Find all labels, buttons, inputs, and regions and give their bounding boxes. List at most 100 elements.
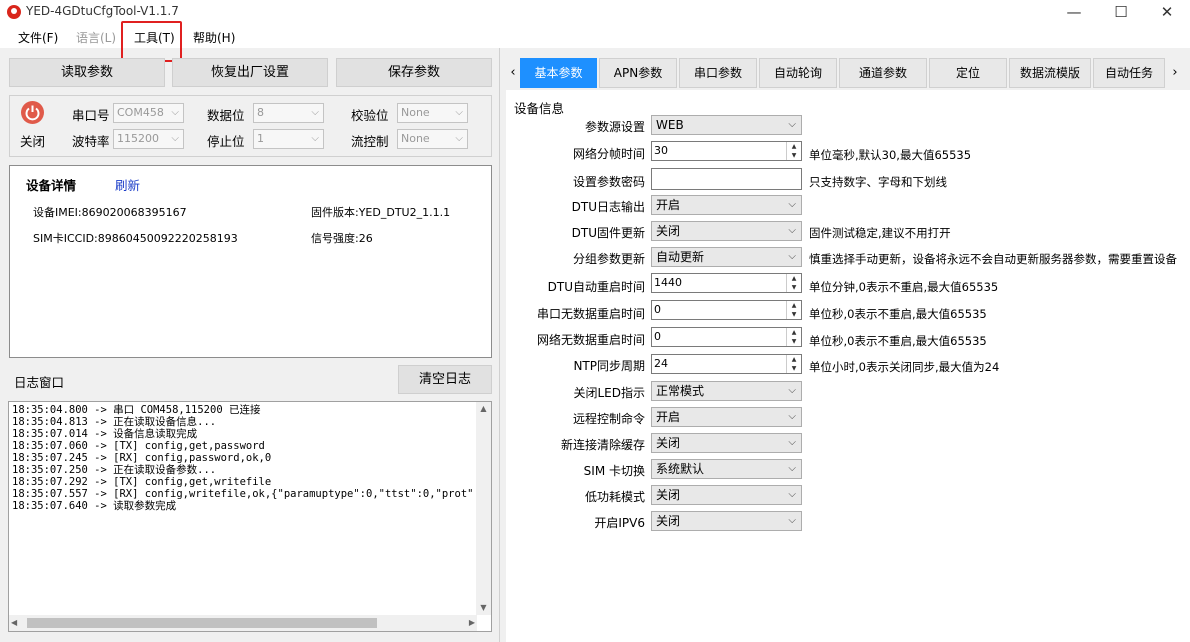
baud-value: 115200	[117, 132, 159, 145]
log-textarea[interactable]: 18:35:04.800 -> 串口 COM458,115200 已连接 18:…	[8, 401, 492, 632]
chevron-down-icon: ⌵	[788, 119, 796, 130]
tab-auto-polling[interactable]: 自动轮询	[759, 58, 837, 88]
field-label: 开启IPV6	[594, 516, 645, 530]
scroll-right-icon[interactable]: ▶	[469, 615, 475, 631]
ntp-period-spinner[interactable]: 24 ▲ ▼	[651, 354, 802, 374]
param-password-input[interactable]	[651, 168, 802, 190]
led-indicator-select[interactable]: 正常模式 ⌵	[651, 381, 802, 401]
menu-file[interactable]: 文件(F)	[18, 29, 58, 46]
low-power-select[interactable]: 关闭 ⌵	[651, 485, 802, 505]
parity-label: 校验位	[351, 108, 389, 123]
network-idle-restart-spinner[interactable]: 0 ▲ ▼	[651, 327, 802, 347]
factory-reset-button[interactable]: 恢复出厂设置	[172, 58, 328, 87]
flow-select[interactable]: None ⌵	[397, 129, 468, 149]
param-source-select[interactable]: WEB ⌵	[651, 115, 802, 135]
chevron-down-icon: ⌵	[455, 107, 463, 118]
tab-data-template[interactable]: 数据流模版	[1009, 58, 1091, 88]
app-icon	[7, 5, 21, 19]
chevron-down-icon: ⌵	[788, 463, 796, 474]
device-details-title: 设备详情	[26, 178, 77, 193]
field-value: 30	[654, 144, 668, 157]
remote-control-select[interactable]: 开启 ⌵	[651, 407, 802, 427]
firmware-update-select[interactable]: 关闭 ⌵	[651, 221, 802, 241]
frame-time-spinner[interactable]: 30 ▲ ▼	[651, 141, 802, 161]
field-value: 开启	[656, 198, 681, 212]
field-label: 分组参数更新	[572, 252, 645, 266]
firmware-version: 固件版本:YED_DTU2_1.1.1	[311, 206, 451, 219]
tab-basic-params[interactable]: 基本参数	[520, 58, 597, 88]
log-line: 18:35:07.292 -> [TX] config,get,writefil…	[12, 476, 272, 488]
log-line: 18:35:07.014 -> 设备信息读取完成	[12, 428, 198, 440]
clear-log-button[interactable]: 清空日志	[398, 365, 492, 394]
log-line: 18:35:07.250 -> 正在读取设备参数...	[12, 464, 217, 476]
field-label: 串口无数据重启时间	[536, 307, 645, 321]
tab-channel-params[interactable]: 通道参数	[839, 58, 927, 88]
save-params-button[interactable]: 保存参数	[336, 58, 492, 87]
chevron-down-icon: ⌵	[171, 107, 179, 118]
stopbits-select[interactable]: 1 ⌵	[253, 129, 324, 149]
tab-location[interactable]: 定位	[929, 58, 1007, 88]
log-line: 18:35:07.060 -> [TX] config,get,password	[12, 440, 265, 452]
scroll-left-icon[interactable]: ◀	[11, 615, 17, 631]
refresh-link[interactable]: 刷新	[115, 175, 140, 194]
flow-label: 流控制	[351, 134, 389, 149]
sim-switch-select[interactable]: 系统默认 ⌵	[651, 459, 802, 479]
log-line: 18:35:04.813 -> 正在读取设备信息...	[12, 416, 217, 428]
parity-select[interactable]: None ⌵	[397, 103, 468, 123]
scroll-down-icon[interactable]: ▼	[476, 601, 491, 615]
ipv6-select[interactable]: 关闭 ⌵	[651, 511, 802, 531]
field-value: 0	[654, 330, 661, 343]
vertical-scrollbar[interactable]: ▲ ▼	[476, 402, 491, 615]
menu-language[interactable]: 语言(L)	[76, 29, 116, 46]
menu-help[interactable]: 帮助(H)	[193, 29, 235, 46]
spinner-arrows-icon[interactable]: ▲ ▼	[786, 142, 801, 160]
device-details-panel	[9, 165, 492, 358]
port-value: COM458	[117, 106, 164, 119]
spinner-arrows-icon[interactable]: ▲ ▼	[786, 274, 801, 292]
field-hint: 慎重选择手动更新，设备将永远不会自动更新服务器参数，需要重置设备	[809, 252, 1177, 266]
databits-select[interactable]: 8 ⌵	[253, 103, 324, 123]
read-params-button[interactable]: 读取参数	[9, 58, 165, 87]
auto-restart-spinner[interactable]: 1440 ▲ ▼	[651, 273, 802, 293]
chevron-down-icon: ⌵	[788, 411, 796, 422]
close-button[interactable]: ✕	[1144, 0, 1190, 24]
dtu-log-select[interactable]: 开启 ⌵	[651, 195, 802, 215]
tab-serial-params[interactable]: 串口参数	[679, 58, 757, 88]
scrollbar-thumb[interactable]	[27, 618, 377, 628]
field-label: 网络分帧时间	[572, 147, 645, 161]
chevron-down-icon: ⌵	[788, 489, 796, 500]
spinner-arrows-icon[interactable]: ▲ ▼	[786, 355, 801, 373]
chevron-down-icon: ⌵	[788, 385, 796, 396]
field-hint: 单位毫秒,默认30,最大值65535	[809, 148, 972, 162]
field-label: 远程控制命令	[572, 412, 645, 426]
maximize-button[interactable]: ☐	[1098, 0, 1144, 24]
group-update-select[interactable]: 自动更新 ⌵	[651, 247, 802, 267]
group-title: 设备信息	[514, 101, 565, 116]
serial-idle-restart-spinner[interactable]: 0 ▲ ▼	[651, 300, 802, 320]
field-value: 正常模式	[656, 384, 705, 398]
stopbits-label: 停止位	[207, 134, 245, 149]
horizontal-scrollbar[interactable]: ◀ ▶	[9, 615, 477, 631]
tab-auto-tasks[interactable]: 自动任务	[1093, 58, 1165, 88]
field-hint: 只支持数字、字母和下划线	[809, 175, 947, 189]
port-label: 串口号	[72, 108, 110, 123]
field-value: 0	[654, 303, 661, 316]
tab-apn-params[interactable]: APN参数	[599, 58, 677, 88]
clear-cache-select[interactable]: 关闭 ⌵	[651, 433, 802, 453]
field-label: 低功耗模式	[584, 490, 645, 504]
window-title: YED-4GDtuCfgTool-V1.1.7	[26, 4, 179, 18]
field-label: DTU固件更新	[571, 226, 645, 240]
field-hint: 单位分钟,0表示不重启,最大值65535	[809, 280, 999, 294]
tab-scroll-left[interactable]: ‹	[506, 58, 520, 88]
minimize-button[interactable]: —	[1051, 0, 1097, 24]
spinner-arrows-icon[interactable]: ▲ ▼	[786, 301, 801, 319]
signal-strength: 信号强度:26	[311, 232, 373, 245]
spinner-arrows-icon[interactable]: ▲ ▼	[786, 328, 801, 346]
field-label: 设置参数密码	[572, 175, 645, 189]
scroll-up-icon[interactable]: ▲	[476, 402, 491, 416]
field-value: 1440	[654, 276, 682, 289]
power-icon[interactable]	[21, 101, 44, 124]
port-select[interactable]: COM458 ⌵	[113, 103, 184, 123]
baud-select[interactable]: 115200 ⌵	[113, 129, 184, 149]
tab-scroll-right[interactable]: ›	[1168, 58, 1182, 88]
